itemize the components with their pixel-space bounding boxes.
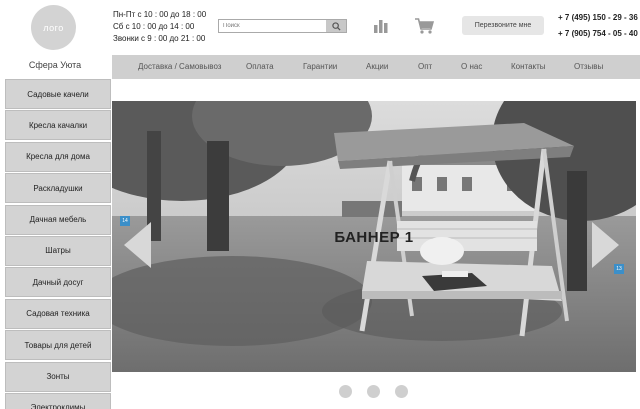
nav-wholesale[interactable]: Опт <box>418 55 432 79</box>
slider-dots <box>339 385 408 398</box>
sidebar-item-folding-beds[interactable]: Раскладушки <box>5 173 111 204</box>
badge-right: 13 <box>614 264 624 274</box>
phone-secondary[interactable]: + 7 (905) 754 - 05 - 40 <box>558 29 638 38</box>
working-hours: Пн-Пт с 10 : 00 до 18 : 00 Сб с 10 : 00 … <box>113 9 206 45</box>
banner-title: БАННЕР 1 <box>334 229 414 246</box>
nav-reviews[interactable]: Отзывы <box>574 55 603 79</box>
sidebar-item-kids[interactable]: Товары для детей <box>5 330 111 361</box>
category-sidebar: Садовые качели Кресла качалки Кресла для… <box>5 79 111 409</box>
sidebar-item-leisure[interactable]: Дачный досуг <box>5 267 111 298</box>
hours-saturday: Сб с 10 : 00 до 14 : 00 <box>113 22 195 31</box>
nav-contacts[interactable]: Контакты <box>511 55 546 79</box>
nav-delivery[interactable]: Доставка / Самовывоз <box>138 55 221 79</box>
nav-payment[interactable]: Оплата <box>246 55 274 79</box>
nav-guarantees[interactable]: Гарантии <box>303 55 337 79</box>
search-input[interactable] <box>219 20 326 32</box>
sidebar-item-garden-furniture[interactable]: Дачная мебель <box>5 204 111 235</box>
sidebar-item-tents[interactable]: Шатры <box>5 235 111 266</box>
brand-name: Сфера Уюта <box>28 60 82 70</box>
top-navigation: Доставка / Самовывоз Оплата Гарантии Акц… <box>112 55 640 79</box>
search-box <box>218 19 347 33</box>
cart-icon[interactable] <box>415 18 434 34</box>
badge-left: 14 <box>120 216 130 226</box>
slider-dot-2[interactable] <box>367 385 380 398</box>
sidebar-item-garden-swings[interactable]: Садовые качели <box>5 79 111 109</box>
sidebar-item-garden-tools[interactable]: Садовая техника <box>5 298 111 329</box>
nav-promotions[interactable]: Акции <box>366 55 388 79</box>
nav-about[interactable]: О нас <box>461 55 482 79</box>
arrow-right-icon[interactable] <box>592 222 619 268</box>
sidebar-item-rocking-chairs[interactable]: Кресла качалки <box>5 110 111 141</box>
sidebar-item-home-chairs[interactable]: Кресла для дома <box>5 141 111 172</box>
hours-weekdays: Пн-Пт с 10 : 00 до 18 : 00 <box>113 10 207 19</box>
phone-primary[interactable]: + 7 (495) 150 - 29 - 36 <box>558 13 638 22</box>
logo[interactable]: лого <box>31 5 76 50</box>
arrow-left-icon[interactable] <box>124 222 151 268</box>
search-icon <box>331 21 341 31</box>
slider-dot-3[interactable] <box>395 385 408 398</box>
sidebar-item-electro[interactable]: Электроклимы <box>5 392 111 409</box>
logo-text: лого <box>43 22 64 33</box>
slider-dot-1[interactable] <box>339 385 352 398</box>
bar-chart-icon[interactable] <box>373 19 389 33</box>
callback-button[interactable]: Перезвоните мне <box>462 16 544 35</box>
hours-calls: Звонки с 9 : 00 до 21 : 00 <box>113 34 206 43</box>
search-button[interactable] <box>326 20 346 32</box>
banner-slider[interactable]: БАННЕР 1 14 13 <box>112 101 636 372</box>
sidebar-item-umbrellas[interactable]: Зонты <box>5 361 111 392</box>
